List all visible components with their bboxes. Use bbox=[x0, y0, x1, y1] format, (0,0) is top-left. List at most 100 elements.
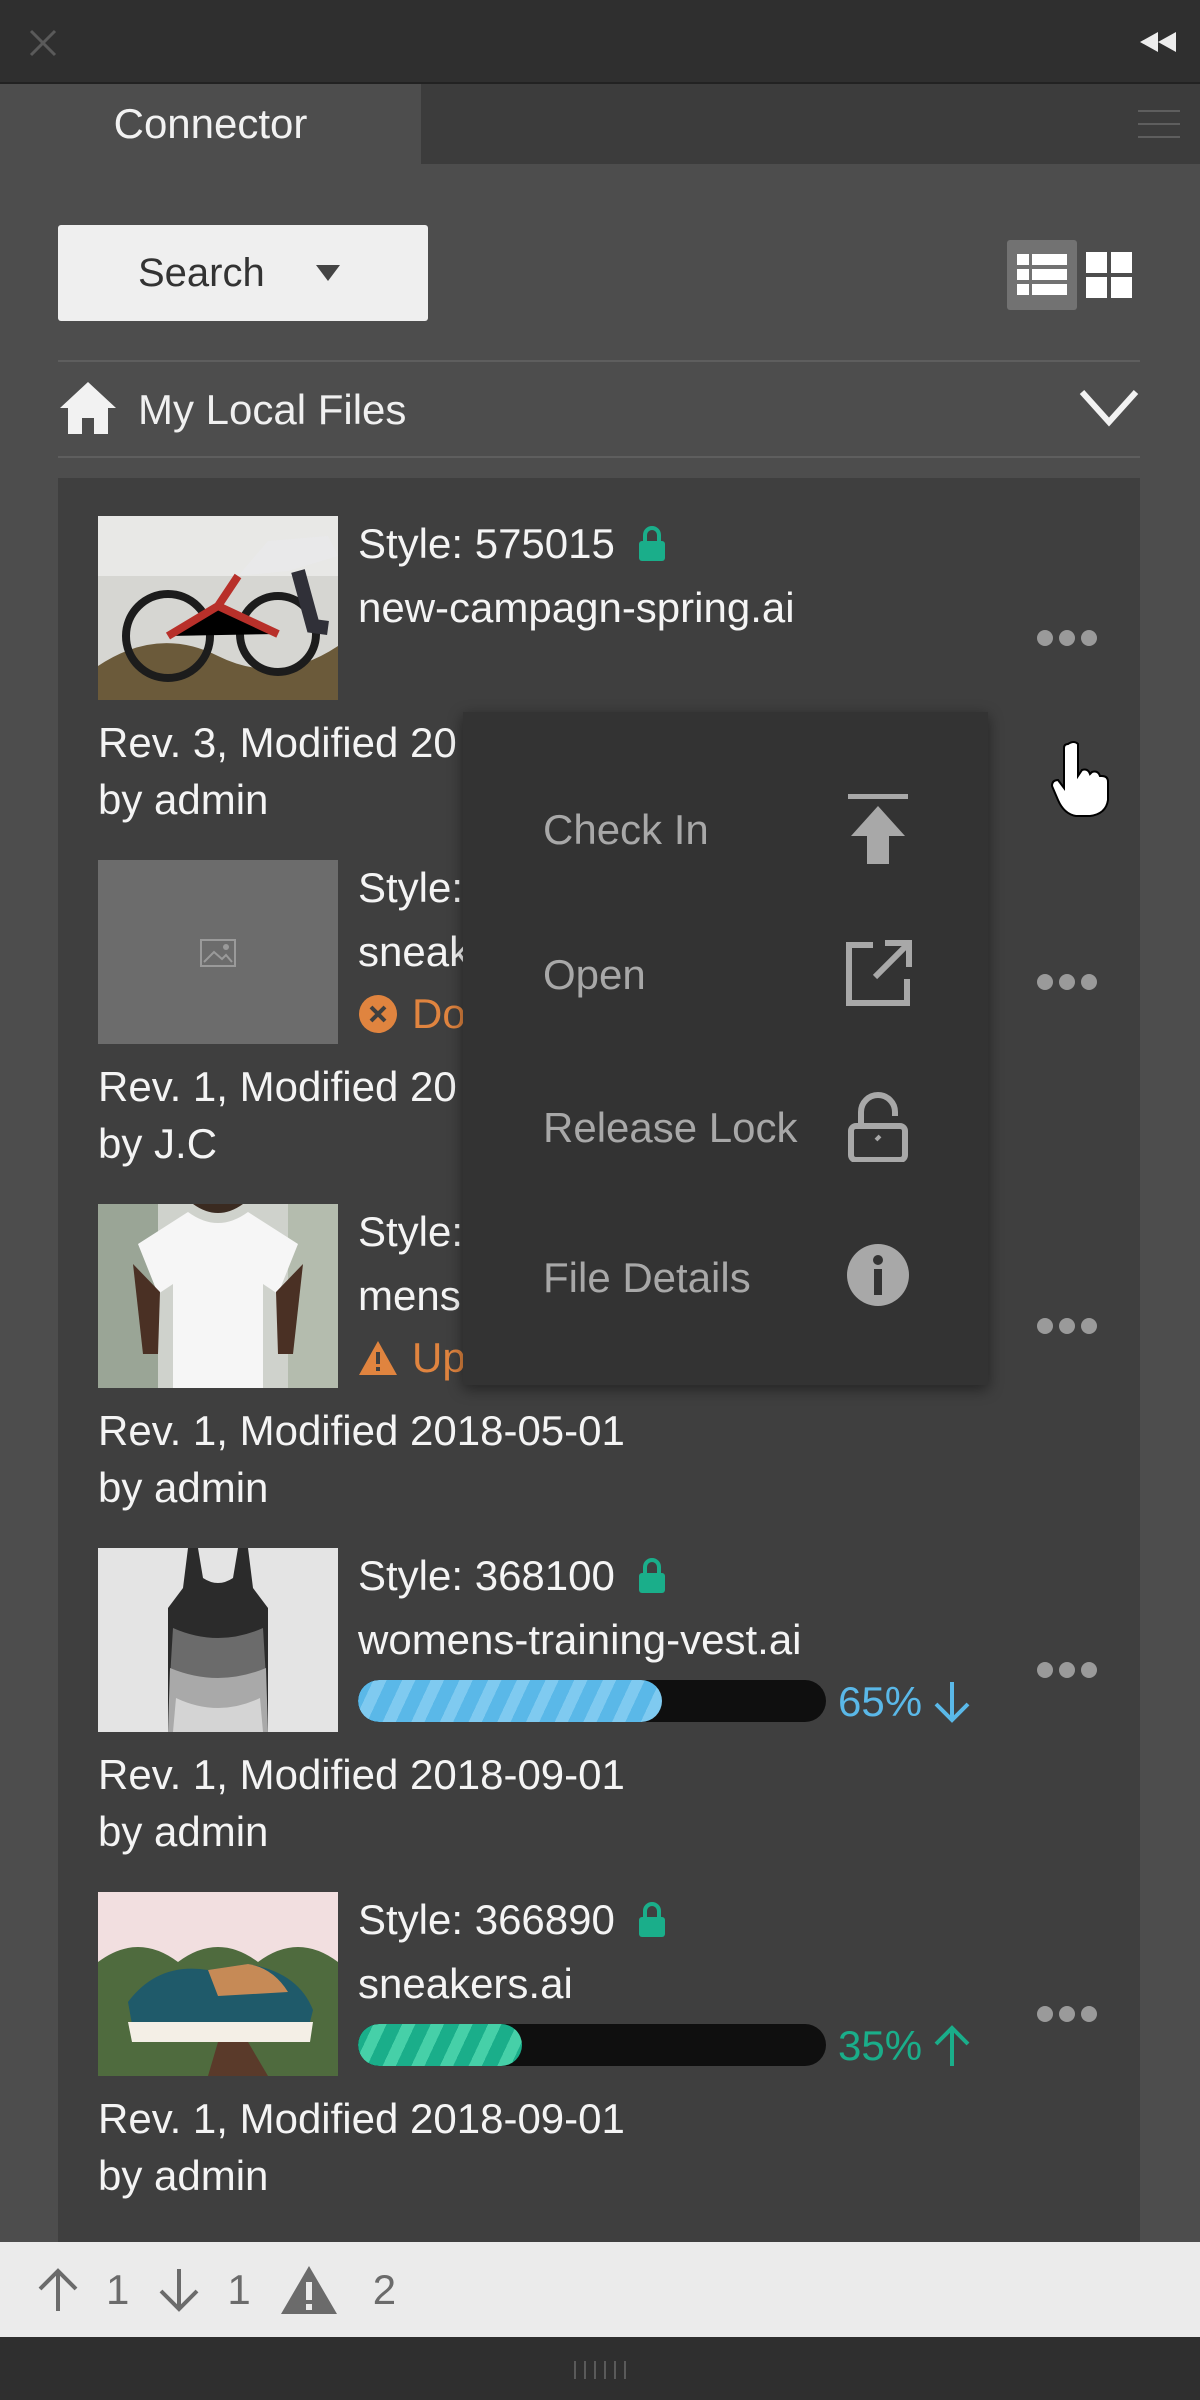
file-thumbnail bbox=[98, 1892, 338, 2076]
progress-percent: 35% bbox=[838, 2022, 972, 2070]
menu-item-check-in[interactable]: Check In bbox=[463, 764, 988, 894]
more-options-icon[interactable] bbox=[1036, 972, 1098, 992]
more-options-icon[interactable] bbox=[1036, 1316, 1098, 1336]
list-view-icon bbox=[1017, 254, 1067, 295]
revision-text: Rev. 3, Modified 20 bbox=[98, 719, 457, 766]
revision-text: Rev. 1, Modified 2018-09-01 bbox=[98, 1751, 625, 1798]
menu-item-label: File Details bbox=[543, 1254, 751, 1301]
check-in-icon bbox=[848, 794, 908, 864]
style-number: Style: bbox=[358, 864, 464, 911]
grid-view-icon[interactable] bbox=[1086, 252, 1132, 298]
download-count-value: 1 bbox=[227, 2265, 251, 2313]
progress-percent: 65% bbox=[838, 1678, 972, 1726]
lock-icon bbox=[638, 1558, 665, 1593]
status-badge: Up bbox=[358, 1334, 466, 1382]
bmx-bike-photo bbox=[98, 516, 338, 700]
context-menu: Check In Open Release Lock File Details bbox=[463, 712, 988, 1385]
more-options-icon[interactable] bbox=[1036, 628, 1098, 648]
arrow-down-icon bbox=[934, 1682, 970, 1723]
more-options-icon[interactable] bbox=[1036, 2004, 1098, 2024]
title-bar bbox=[0, 0, 1200, 84]
chevron-down-icon[interactable] bbox=[1078, 386, 1140, 430]
status-badge: Do bbox=[358, 990, 466, 1038]
file-thumbnail bbox=[98, 1548, 338, 1732]
arrow-up-icon bbox=[38, 2267, 78, 2311]
revision-info: Rev. 3, Modified 20 by admin bbox=[98, 714, 457, 828]
modified-by: by J.C bbox=[98, 1120, 218, 1167]
error-circle-icon bbox=[359, 995, 397, 1033]
file-thumbnail bbox=[98, 860, 338, 1044]
progress-label: 65% bbox=[838, 1678, 923, 1725]
file-name: mens bbox=[358, 1272, 461, 1319]
more-options-icon[interactable] bbox=[1036, 1660, 1098, 1680]
menu-item-label: Release Lock bbox=[543, 1104, 798, 1151]
file-name: sneak bbox=[358, 928, 471, 975]
revision-info: Rev. 1, Modified 20 by J.C bbox=[98, 1058, 457, 1172]
file-thumbnail bbox=[98, 1204, 338, 1388]
tank-tops-photo bbox=[98, 1548, 338, 1732]
menu-item-open[interactable]: Open bbox=[463, 909, 988, 1039]
status-text: Up bbox=[412, 1334, 466, 1381]
file-name: new-campagn-spring.ai bbox=[358, 584, 795, 631]
status-bar: 1 1 2 bbox=[0, 2242, 1200, 2337]
style-number: Style: 575015 bbox=[358, 520, 615, 567]
lock-icon bbox=[638, 526, 665, 561]
breadcrumb[interactable]: My Local Files bbox=[58, 360, 1140, 460]
upload-count-value: 1 bbox=[106, 2265, 130, 2313]
upload-count[interactable]: 1 bbox=[36, 2266, 129, 2314]
tab-label: Connector bbox=[113, 100, 308, 147]
panel-menu-icon[interactable] bbox=[1138, 106, 1180, 142]
menu-item-file-details[interactable]: File Details bbox=[463, 1212, 988, 1342]
divider bbox=[58, 456, 1140, 458]
menu-item-label: Check In bbox=[543, 806, 709, 853]
caret-down-icon bbox=[316, 265, 340, 281]
warning-count-value: 2 bbox=[372, 2265, 397, 2313]
search-label: Search bbox=[138, 250, 265, 295]
lock-icon bbox=[638, 1902, 665, 1937]
download-count[interactable]: 1 bbox=[157, 2265, 251, 2314]
style-number: Style: bbox=[358, 1208, 464, 1255]
revision-text: Rev. 1, Modified 2018-05-01 bbox=[98, 1407, 625, 1454]
open-external-icon bbox=[846, 940, 912, 1006]
sneaker-photo bbox=[98, 1892, 338, 2076]
unlock-icon bbox=[848, 1092, 908, 1162]
list-view-button[interactable] bbox=[1007, 240, 1077, 310]
warning-count[interactable]: 2 bbox=[279, 2264, 396, 2316]
tab-connector[interactable]: Connector bbox=[0, 84, 421, 164]
bottom-bar bbox=[0, 2337, 1200, 2400]
revision-text: Rev. 1, Modified 2018-09-01 bbox=[98, 2095, 625, 2142]
modified-by: by admin bbox=[98, 2152, 269, 2199]
file-name: womens-training-vest.ai bbox=[358, 1616, 802, 1663]
file-thumbnail bbox=[98, 516, 338, 700]
menu-item-label: Open bbox=[543, 951, 646, 998]
revision-info: Rev. 1, Modified 2018-09-01 by admin bbox=[98, 2090, 625, 2204]
revision-info: Rev. 1, Modified 2018-09-01 by admin bbox=[98, 1746, 625, 1860]
hand-cursor-icon bbox=[1050, 741, 1109, 817]
modified-by: by admin bbox=[98, 776, 269, 823]
tab-bar: Connector bbox=[0, 84, 1200, 164]
search-dropdown-button[interactable]: Search bbox=[58, 225, 428, 321]
status-text: Do bbox=[412, 990, 466, 1037]
warning-triangle-icon bbox=[280, 2265, 337, 2314]
resize-grip-icon[interactable] bbox=[572, 2359, 628, 2381]
list-item[interactable]: Style: 366890 sneakers.ai 35% Rev. 1, Mo… bbox=[58, 1854, 1140, 2199]
download-progress-bar bbox=[358, 1680, 826, 1722]
arrow-up-icon bbox=[934, 2025, 970, 2066]
arrow-down-icon bbox=[159, 2268, 199, 2312]
progress-label: 35% bbox=[838, 2022, 923, 2069]
breadcrumb-label: My Local Files bbox=[138, 386, 407, 433]
file-name: sneakers.ai bbox=[358, 1960, 573, 2007]
list-item[interactable]: Style: 368100 womens-training-vest.ai 65… bbox=[58, 1510, 1140, 1855]
revision-text: Rev. 1, Modified 20 bbox=[98, 1063, 457, 1110]
modified-by: by admin bbox=[98, 1808, 269, 1855]
info-icon bbox=[847, 1244, 909, 1306]
warning-triangle-icon bbox=[359, 1341, 397, 1375]
close-icon[interactable] bbox=[28, 28, 58, 58]
modified-by: by admin bbox=[98, 1464, 269, 1511]
progress-fill bbox=[358, 2024, 522, 2066]
menu-item-release-lock[interactable]: Release Lock bbox=[463, 1062, 988, 1192]
white-tshirt-photo bbox=[98, 1204, 338, 1388]
image-placeholder-icon bbox=[200, 939, 236, 967]
collapse-panel-icon[interactable] bbox=[1138, 30, 1178, 54]
home-icon bbox=[60, 382, 116, 434]
